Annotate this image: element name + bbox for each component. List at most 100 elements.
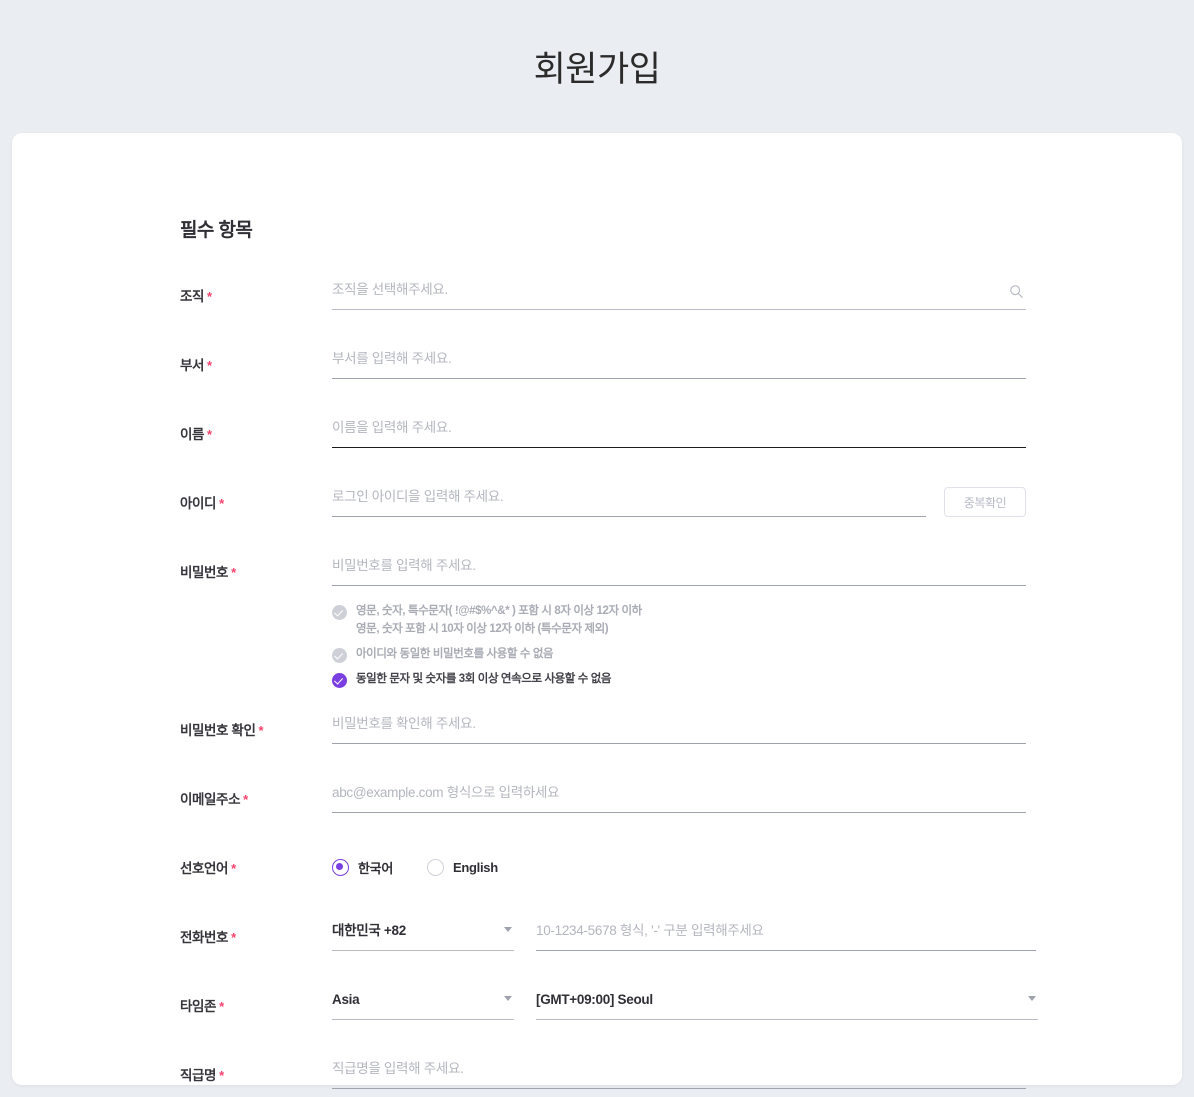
- signup-card: 필수 항목 조직* 부서*: [12, 133, 1182, 1089]
- organization-input-underline: [332, 280, 1026, 310]
- required-asterisk: *: [207, 289, 212, 304]
- password-rule-text: 동일한 문자 및 숫자를 3회 이상 연속으로 사용할 수 없음: [356, 673, 612, 685]
- name-input-underline: [332, 418, 1026, 448]
- field-row-password: 비밀번호 * 영문, 숫자, 특수문자( !@#$%^&* ) 포함 시 8자 이…: [180, 556, 1182, 694]
- organization-input[interactable]: [332, 280, 1026, 300]
- check-circle-icon-active: [332, 673, 347, 688]
- label-name-text: 이름: [180, 427, 205, 442]
- field-language: 한국어 English: [332, 852, 1182, 882]
- field-department: [332, 349, 1182, 379]
- field-organization: [332, 280, 1182, 310]
- password-confirm-input[interactable]: [332, 714, 1026, 734]
- field-name: [332, 418, 1182, 448]
- label-department-text: 부서: [180, 358, 205, 373]
- label-phone: 전화번호 *: [180, 921, 332, 946]
- required-asterisk: *: [258, 723, 264, 738]
- field-row-position: 직급명 *: [180, 1059, 1182, 1097]
- label-phone-text: 전화번호: [180, 930, 229, 945]
- phone-number-input[interactable]: [536, 921, 1036, 941]
- phone-number-input-underline: [536, 921, 1036, 951]
- page-header: 회원가입: [0, 0, 1194, 133]
- search-icon[interactable]: [1006, 281, 1026, 301]
- required-asterisk: *: [207, 427, 212, 442]
- field-row-department: 부서 *: [180, 349, 1182, 398]
- timezone-city-value: [GMT+09:00] Seoul: [536, 992, 653, 1007]
- password-rule-text: 영문, 숫자, 특수문자( !@#$%^&* ) 포함 시 8자 이상 12자 …: [356, 605, 642, 617]
- password-rule-item: 영문, 숫자 포함 시 10자 이상 12자 이하 (특수문자 제외): [332, 622, 1182, 638]
- field-position: [332, 1059, 1182, 1089]
- department-input-underline: [332, 349, 1026, 379]
- required-asterisk: *: [219, 999, 224, 1014]
- userid-input-underline: [332, 487, 926, 517]
- department-input[interactable]: [332, 349, 1026, 369]
- password-rule-item: 아이디와 동일한 비밀번호를 사용할 수 없음: [332, 647, 1182, 663]
- phone-row-inner: 대한민국 +82: [332, 921, 1182, 951]
- required-asterisk: *: [231, 930, 236, 945]
- label-organization: 조직 *: [180, 280, 332, 305]
- email-input[interactable]: [332, 783, 1026, 803]
- userid-input[interactable]: [332, 487, 926, 507]
- section-title: 필수 항목: [180, 220, 253, 241]
- radio-indicator: [332, 859, 349, 876]
- field-row-name: 이름 *: [180, 418, 1182, 467]
- position-input[interactable]: [332, 1059, 1026, 1079]
- label-password: 비밀번호 *: [180, 556, 332, 581]
- password-rule-item: 동일한 문자 및 숫자를 3회 이상 연속으로 사용할 수 없음: [332, 672, 1182, 688]
- field-row-organization: 조직 *: [180, 280, 1182, 329]
- check-circle-icon: [332, 648, 347, 663]
- label-department: 부서 *: [180, 349, 332, 374]
- field-row-timezone: 타임존 * Asia [GMT+09:00] Seoul: [180, 990, 1182, 1039]
- field-userid: 중복확인: [332, 487, 1182, 517]
- label-name: 이름 *: [180, 418, 332, 443]
- page-title: 회원가입: [533, 50, 661, 89]
- timezone-region-select[interactable]: Asia: [332, 990, 514, 1020]
- password-input-underline: [332, 556, 1026, 586]
- userid-row-inner: 중복확인: [332, 487, 1182, 517]
- field-timezone: Asia [GMT+09:00] Seoul: [332, 990, 1182, 1020]
- password-rules-list: 영문, 숫자, 특수문자( !@#$%^&* ) 포함 시 8자 이상 12자 …: [332, 604, 1182, 688]
- required-asterisk: *: [219, 1068, 224, 1083]
- label-password-text: 비밀번호: [180, 565, 229, 580]
- label-timezone: 타임존 *: [180, 990, 332, 1015]
- email-input-underline: [332, 783, 1026, 813]
- radio-language-english[interactable]: English: [426, 859, 498, 876]
- signup-form: 필수 항목 조직* 부서*: [12, 133, 1182, 1097]
- label-timezone-text: 타임존: [180, 999, 217, 1014]
- chevron-down-icon: [504, 927, 512, 932]
- name-input[interactable]: [332, 418, 1026, 438]
- label-position-text: 직급명: [180, 1068, 217, 1083]
- field-row-language: 선호언어 * 한국어 English: [180, 852, 1182, 901]
- label-email: 이메일주소 *: [180, 783, 332, 808]
- password-confirm-input-underline: [332, 714, 1026, 744]
- radio-language-korean-label: 한국어: [358, 861, 393, 876]
- label-organization-text: 조직: [180, 289, 205, 304]
- radio-language-korean[interactable]: 한국어: [332, 858, 393, 877]
- phone-country-select[interactable]: 대한민국 +82: [332, 921, 514, 951]
- check-circle-icon: [332, 605, 347, 620]
- required-asterisk: *: [231, 565, 236, 580]
- field-row-phone: 전화번호 * 대한민국 +82: [180, 921, 1182, 970]
- timezone-city-select[interactable]: [GMT+09:00] Seoul: [536, 990, 1038, 1020]
- required-asterisk: *: [219, 496, 224, 511]
- duplicate-check-button[interactable]: 중복확인: [944, 487, 1026, 517]
- password-rule-text: 영문, 숫자 포함 시 10자 이상 12자 이하 (특수문자 제외): [356, 623, 609, 635]
- password-rule-item: 영문, 숫자, 특수문자( !@#$%^&* ) 포함 시 8자 이상 12자 …: [332, 604, 1182, 620]
- field-password-confirm: [332, 714, 1182, 744]
- label-position: 직급명 *: [180, 1059, 332, 1084]
- field-row-email: 이메일주소 *: [180, 783, 1182, 832]
- required-asterisk: *: [207, 358, 212, 373]
- field-row-password-confirm: 비밀번호 확인 *: [180, 714, 1182, 763]
- label-language: 선호언어 *: [180, 852, 332, 877]
- phone-country-value: 대한민국 +82: [332, 923, 406, 938]
- password-input[interactable]: [332, 556, 1026, 576]
